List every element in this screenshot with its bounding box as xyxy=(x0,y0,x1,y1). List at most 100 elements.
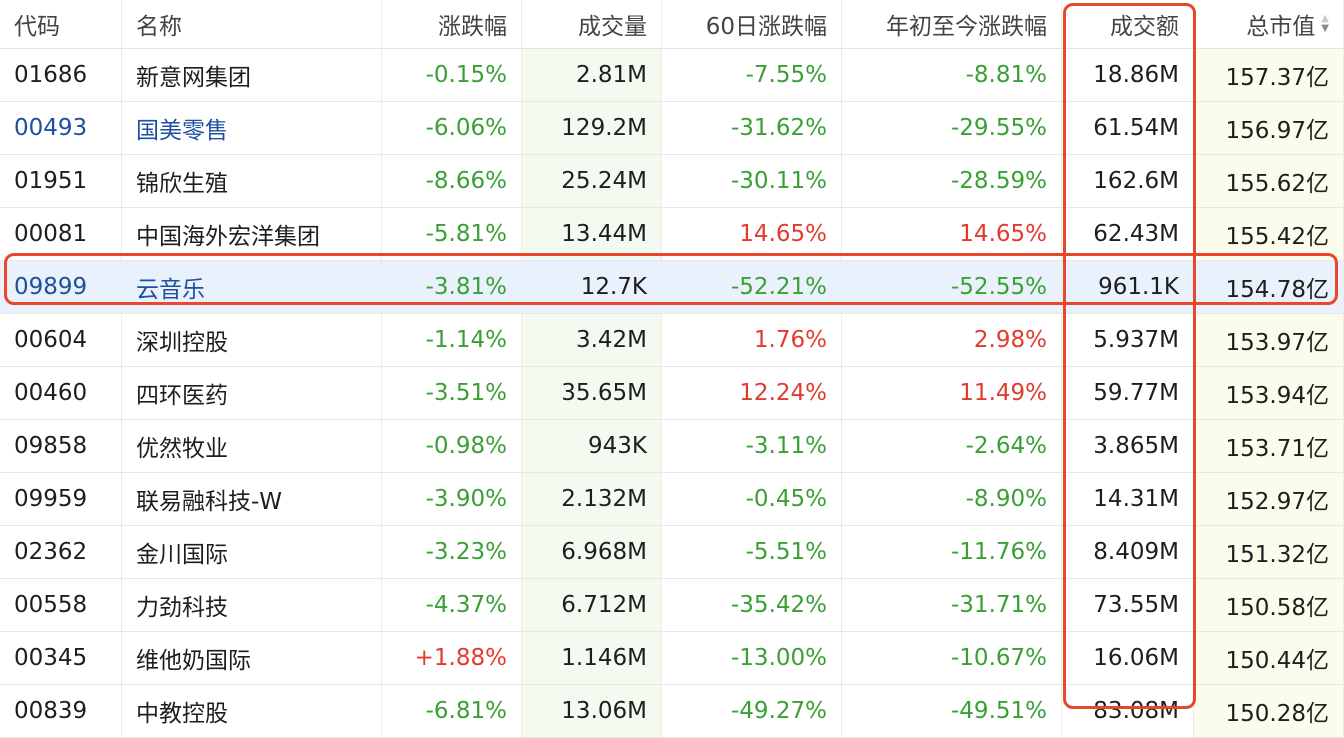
header-volume[interactable]: 成交量 xyxy=(522,0,662,48)
cell-code: 09959 xyxy=(0,473,122,525)
table-header: 代码 名称 涨跌幅 成交量 60日涨跌幅 年初至今涨跌幅 成交额 总市值 ▲ ▼ xyxy=(0,0,1344,49)
cell-ytd: -52.55% xyxy=(842,261,1062,313)
header-mktcap-label: 总市值 xyxy=(1246,14,1316,40)
cell-ytd: -2.64% xyxy=(842,420,1062,472)
cell-name: 四环医药 xyxy=(122,367,382,419)
sort-desc-icon[interactable]: ▲ ▼ xyxy=(1321,14,1329,34)
header-turnover[interactable]: 成交额 xyxy=(1062,0,1194,48)
cell-name: 金川国际 xyxy=(122,526,382,578)
cell-volume: 6.968M xyxy=(522,526,662,578)
cell-code: 00558 xyxy=(0,579,122,631)
cell-change: -0.15% xyxy=(382,49,522,101)
cell-code: 02362 xyxy=(0,526,122,578)
table-row[interactable]: 00493 国美零售 -6.06% 129.2M -31.62% -29.55% 61.54… xyxy=(0,102,1344,155)
cell-change60: -31.62% xyxy=(662,102,842,154)
cell-change60: -30.11% xyxy=(662,155,842,207)
header-change60-label: 60日涨跌幅 xyxy=(705,14,827,40)
cell-volume: 12.7K xyxy=(522,261,662,313)
table-row[interactable]: 01951 锦欣生殖 -8.66% 25.24M -30.11% -28.59% 162.6… xyxy=(0,155,1344,208)
cell-ytd: -8.81% xyxy=(842,49,1062,101)
cell-ytd: 2.98% xyxy=(842,314,1062,366)
cell-volume: 35.65M xyxy=(522,367,662,419)
cell-change: -3.51% xyxy=(382,367,522,419)
table-row[interactable]: 00558 力劲科技 -4.37% 6.712M -35.42% -31.71% 73.55… xyxy=(0,579,1344,632)
table-row[interactable]: 00460 四环医药 -3.51% 35.65M 12.24% 11.49% 59.77M 1… xyxy=(0,367,1344,420)
cell-turnover: 8.409M xyxy=(1062,526,1194,578)
table-body: 01686 新意网集团 -0.15% 2.81M -7.55% -8.81% 18.86M 1… xyxy=(0,49,1344,738)
table-row[interactable]: 00839 中教控股 -6.81% 13.06M -49.27% -49.51% 83.08… xyxy=(0,685,1344,738)
header-name[interactable]: 名称 xyxy=(122,0,382,48)
cell-code: 00493 xyxy=(0,102,122,154)
cell-name: 新意网集团 xyxy=(122,49,382,101)
cell-code: 00081 xyxy=(0,208,122,260)
cell-change: -6.06% xyxy=(382,102,522,154)
cell-turnover: 59.77M xyxy=(1062,367,1194,419)
cell-change60: 12.24% xyxy=(662,367,842,419)
table-row[interactable]: 09899 云音乐 -3.81% 12.7K -52.21% -52.55% 961.1K 1… xyxy=(0,261,1344,314)
cell-volume: 25.24M xyxy=(522,155,662,207)
cell-ytd: 11.49% xyxy=(842,367,1062,419)
header-ytd[interactable]: 年初至今涨跌幅 xyxy=(842,0,1062,48)
cell-ytd: -49.51% xyxy=(842,685,1062,737)
cell-mktcap: 157.37亿 xyxy=(1194,49,1344,101)
cell-code: 00839 xyxy=(0,685,122,737)
cell-volume: 129.2M xyxy=(522,102,662,154)
cell-volume: 3.42M xyxy=(522,314,662,366)
cell-turnover: 162.6M xyxy=(1062,155,1194,207)
table-row[interactable]: 01686 新意网集团 -0.15% 2.81M -7.55% -8.81% 18.86M 1… xyxy=(0,49,1344,102)
cell-name: 云音乐 xyxy=(122,261,382,313)
cell-name: 国美零售 xyxy=(122,102,382,154)
cell-change60: 1.76% xyxy=(662,314,842,366)
cell-ytd: -28.59% xyxy=(842,155,1062,207)
cell-turnover: 73.55M xyxy=(1062,579,1194,631)
cell-change60: -49.27% xyxy=(662,685,842,737)
cell-code: 00345 xyxy=(0,632,122,684)
cell-ytd: -11.76% xyxy=(842,526,1062,578)
cell-change60: 14.65% xyxy=(662,208,842,260)
cell-volume: 943K xyxy=(522,420,662,472)
cell-ytd: -31.71% xyxy=(842,579,1062,631)
cell-volume: 13.44M xyxy=(522,208,662,260)
cell-mktcap: 154.78亿 xyxy=(1194,261,1344,313)
table-row[interactable]: 09959 联易融科技-W -3.90% 2.132M -0.45% -8.90% 14.3… xyxy=(0,473,1344,526)
cell-change: -3.90% xyxy=(382,473,522,525)
cell-mktcap: 156.97亿 xyxy=(1194,102,1344,154)
header-mktcap[interactable]: 总市值 ▲ ▼ xyxy=(1194,0,1344,48)
cell-code: 00460 xyxy=(0,367,122,419)
cell-change: -6.81% xyxy=(382,685,522,737)
table-row[interactable]: 00345 维他奶国际 +1.88% 1.146M -13.00% -10.67% 16.0… xyxy=(0,632,1344,685)
cell-volume: 13.06M xyxy=(522,685,662,737)
cell-turnover: 5.937M xyxy=(1062,314,1194,366)
cell-change60: -13.00% xyxy=(662,632,842,684)
table-row[interactable]: 02362 金川国际 -3.23% 6.968M -5.51% -11.76% 8.409M… xyxy=(0,526,1344,579)
cell-name: 力劲科技 xyxy=(122,579,382,631)
header-change[interactable]: 涨跌幅 xyxy=(382,0,522,48)
cell-mktcap: 150.44亿 xyxy=(1194,632,1344,684)
cell-change: -0.98% xyxy=(382,420,522,472)
cell-ytd: -10.67% xyxy=(842,632,1062,684)
stock-table: 代码 名称 涨跌幅 成交量 60日涨跌幅 年初至今涨跌幅 成交额 总市值 ▲ ▼ … xyxy=(0,0,1344,738)
cell-change: -5.81% xyxy=(382,208,522,260)
table-row[interactable]: 00604 深圳控股 -1.14% 3.42M 1.76% 2.98% 5.937M 153.… xyxy=(0,314,1344,367)
cell-change60: -5.51% xyxy=(662,526,842,578)
cell-change: -3.81% xyxy=(382,261,522,313)
header-change60[interactable]: 60日涨跌幅 xyxy=(662,0,842,48)
cell-code: 01951 xyxy=(0,155,122,207)
cell-volume: 6.712M xyxy=(522,579,662,631)
cell-change60: -0.45% xyxy=(662,473,842,525)
cell-mktcap: 151.32亿 xyxy=(1194,526,1344,578)
table-row[interactable]: 00081 中国海外宏洋集团 -5.81% 13.44M 14.65% 14.65% 62.… xyxy=(0,208,1344,261)
header-code[interactable]: 代码 xyxy=(0,0,122,48)
cell-change: +1.88% xyxy=(382,632,522,684)
cell-mktcap: 155.42亿 xyxy=(1194,208,1344,260)
cell-change: -8.66% xyxy=(382,155,522,207)
cell-turnover: 16.06M xyxy=(1062,632,1194,684)
header-code-label: 代码 xyxy=(14,14,60,40)
cell-volume: 1.146M xyxy=(522,632,662,684)
cell-mktcap: 155.62亿 xyxy=(1194,155,1344,207)
cell-change60: -7.55% xyxy=(662,49,842,101)
table-row[interactable]: 09858 优然牧业 -0.98% 943K -3.11% -2.64% 3.865M 153… xyxy=(0,420,1344,473)
cell-ytd: -29.55% xyxy=(842,102,1062,154)
cell-mktcap: 150.28亿 xyxy=(1194,685,1344,737)
cell-turnover: 61.54M xyxy=(1062,102,1194,154)
